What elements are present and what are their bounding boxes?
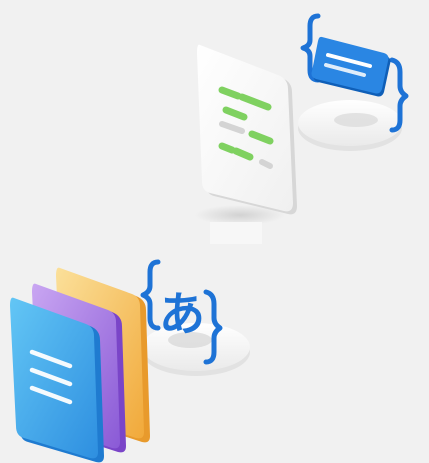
japanese-glyph: あ bbox=[159, 287, 205, 341]
platform-disc bbox=[298, 100, 402, 151]
localization-files-illustration: あ bbox=[10, 259, 250, 463]
illustration-canvas: あ bbox=[0, 0, 429, 463]
json-card bbox=[311, 36, 391, 97]
json-document-icon bbox=[197, 44, 297, 215]
localization-files-icon bbox=[10, 267, 150, 463]
divider-patch bbox=[210, 222, 262, 244]
json-document-illustration bbox=[195, 13, 409, 225]
